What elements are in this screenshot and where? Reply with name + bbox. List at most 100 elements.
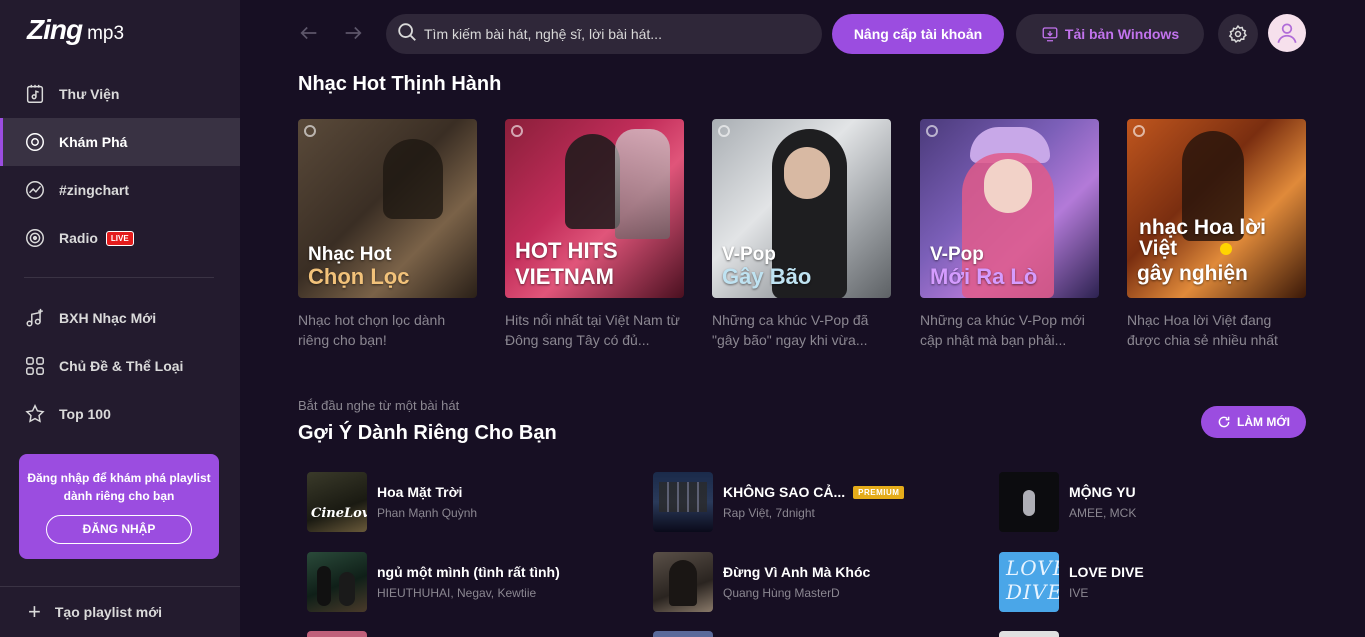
upgrade-account-button[interactable]: Nâng cấp tài khoản: [832, 14, 1004, 54]
playlist-description[interactable]: Những ca khúc V-Pop đã "gây bão" ngay kh…: [712, 310, 891, 350]
refresh-button[interactable]: LÀM MỚI: [1201, 406, 1306, 438]
avatar[interactable]: [1268, 14, 1306, 52]
sidebar-item-label: Thư Viện: [59, 86, 120, 102]
song-title[interactable]: Đừng Vì Anh Mà Khóc: [723, 564, 870, 580]
download-windows-button[interactable]: Tải bản Windows: [1016, 14, 1204, 54]
logo-suffix: mp3: [87, 23, 125, 44]
disc-icon: [304, 125, 316, 137]
song-artist[interactable]: IVE: [1069, 586, 1144, 600]
dot-shape: [1220, 243, 1232, 255]
playlist-description[interactable]: Nhạc hot chọn lọc dành riêng cho bạn!: [298, 310, 477, 350]
song-thumbnail-partial[interactable]: [307, 631, 367, 637]
song-artist[interactable]: Quang Hùng MasterD: [723, 586, 870, 600]
song-thumbnail[interactable]: [999, 472, 1059, 532]
thumbnail-script-art: CineLove: [311, 506, 367, 521]
song-title[interactable]: KHÔNG SAO CẢ... PREMIUM: [723, 484, 905, 500]
playlist-cover[interactable]: HOT HITS VIETNAM: [505, 119, 684, 298]
artist-silhouette: [565, 134, 620, 229]
logo-brand: Zing: [27, 14, 83, 45]
robot-figure: [615, 129, 670, 239]
playlist-cover[interactable]: V-Pop Mới Ra Lò: [920, 119, 1099, 298]
sidebar-item-label: #zingchart: [59, 182, 130, 198]
song-item[interactable]: LOVEDIVE LOVE DIVE IVE: [999, 552, 1329, 612]
refresh-label: LÀM MỚI: [1237, 415, 1290, 429]
song-item[interactable]: Đừng Vì Anh Mà Khóc Quang Hùng MasterD: [653, 552, 983, 612]
artist-silhouette: [339, 572, 355, 606]
cover-title-line1: V-Pop: [930, 244, 984, 265]
song-item[interactable]: MỘNG YU AMEE, MCK: [999, 472, 1329, 532]
disc-icon: [1133, 125, 1145, 137]
playlist-description[interactable]: Những ca khúc V-Pop mới cập nhật mà bạn …: [920, 310, 1099, 350]
sidebar-item-new-chart[interactable]: BXH Nhạc Mới: [0, 294, 240, 342]
login-button[interactable]: ĐĂNG NHẬP: [46, 515, 192, 544]
create-playlist-label: Tạo playlist mới: [54, 604, 163, 620]
chart-icon: [24, 179, 46, 201]
create-playlist-button[interactable]: + Tạo playlist mới: [0, 586, 240, 637]
hot-section-title: Nhạc Hot Thịnh Hành: [298, 73, 502, 95]
playlist-card[interactable]: Nhạc Hot Chọn Lọc Nhạc hot chọn lọc dành…: [298, 119, 477, 350]
sidebar-item-label: Khám Phá: [59, 134, 128, 150]
song-artist[interactable]: Rap Việt, 7dnight: [723, 506, 904, 520]
search-bar[interactable]: [386, 14, 822, 54]
playlist-card[interactable]: V-Pop Gây Bão Những ca khúc V-Pop đã "gâ…: [712, 119, 891, 350]
cover-title-line2: Chọn Lọc: [308, 264, 410, 289]
song-item[interactable]: KHÔNG SAO CẢ... PREMIUM Rap Việt, 7dnight: [653, 472, 983, 532]
forward-arrow-icon[interactable]: [342, 22, 366, 46]
sidebar-item-top100[interactable]: Top 100: [0, 390, 240, 438]
sidebar-item-discover[interactable]: Khám Phá: [0, 118, 240, 166]
playlist-cover[interactable]: nhạc Hoa lời Việt gây nghiện: [1127, 119, 1306, 298]
music-star-icon: [24, 307, 46, 329]
playlist-card[interactable]: HOT HITS VIETNAM Hits nổi nhất tại Việt …: [505, 119, 684, 350]
user-icon: [1277, 23, 1297, 43]
cover-title-line1: V-Pop: [722, 244, 776, 265]
song-thumbnail-partial[interactable]: [999, 631, 1059, 637]
song-thumbnail[interactable]: [653, 472, 713, 532]
star-icon: [24, 403, 46, 425]
song-item[interactable]: CineLove Hoa Mặt Trời Phan Mạnh Quỳnh: [307, 472, 637, 532]
sidebar-item-library[interactable]: Thư Viện: [0, 70, 240, 118]
login-promo-text: Đăng nhập để khám phá playlist dành riên…: [27, 471, 211, 503]
sidebar-item-zingchart[interactable]: #zingchart: [0, 166, 240, 214]
live-badge: LIVE: [105, 230, 134, 246]
disc-icon: [718, 125, 730, 137]
cover-title-line1: HOT HITS: [515, 238, 618, 263]
cover-title-line1: nhạc Hoa lời Việt: [1139, 216, 1266, 260]
sidebar-divider: [24, 277, 214, 278]
song-thumbnail[interactable]: LOVEDIVE: [999, 552, 1059, 612]
sidebar-item-topics[interactable]: Chủ Đề & Thể Loại: [0, 342, 240, 390]
song-item[interactable]: ngủ một mình (tình rất tình) HIEUTHUHAI,…: [307, 552, 637, 612]
playlist-card[interactable]: nhạc Hoa lời Việt gây nghiện Nhạc Hoa lờ…: [1127, 119, 1306, 350]
disc-icon: [511, 125, 523, 137]
plus-icon: +: [28, 599, 41, 624]
playlist-description[interactable]: Nhạc Hoa lời Việt đang được chia sẻ nhiề…: [1127, 310, 1306, 350]
song-artist[interactable]: HIEUTHUHAI, Negav, Kewtiie: [377, 586, 560, 600]
premium-badge: PREMIUM: [853, 485, 905, 499]
song-title[interactable]: Hoa Mặt Trời: [377, 484, 477, 500]
zing-mp3-logo[interactable]: Zing mp3: [27, 14, 124, 50]
love-dive-lettering: LOVEDIVE: [1006, 556, 1059, 604]
download-label: Tải bản Windows: [1064, 26, 1180, 42]
song-artist[interactable]: AMEE, MCK: [1069, 506, 1136, 520]
song-thumbnail-partial[interactable]: [653, 631, 713, 637]
cover-title-line2: VIETNAM: [515, 264, 614, 289]
song-artist[interactable]: Phan Mạnh Quỳnh: [377, 506, 477, 520]
song-title[interactable]: LOVE DIVE: [1069, 564, 1144, 580]
artist-silhouette: [669, 560, 697, 606]
settings-button[interactable]: [1218, 14, 1258, 54]
song-thumbnail[interactable]: CineLove: [307, 472, 367, 532]
artist-face: [784, 147, 830, 199]
song-title[interactable]: MỘNG YU: [1069, 484, 1136, 500]
song-thumbnail[interactable]: [653, 552, 713, 612]
library-icon: [24, 83, 46, 105]
cover-title-line2: Gây Bão: [722, 264, 812, 289]
song-thumbnail[interactable]: [307, 552, 367, 612]
back-arrow-icon[interactable]: [298, 22, 322, 46]
playlist-card[interactable]: V-Pop Mới Ra Lò Những ca khúc V-Pop mới …: [920, 119, 1099, 350]
song-title[interactable]: ngủ một mình (tình rất tình): [377, 564, 560, 580]
suggest-subtitle: Bắt đầu nghe từ một bài hát: [298, 398, 460, 413]
playlist-cover[interactable]: Nhạc Hot Chọn Lọc: [298, 119, 477, 298]
search-input[interactable]: [424, 26, 804, 42]
sidebar-item-radio[interactable]: Radio LIVE: [0, 214, 240, 262]
playlist-cover[interactable]: V-Pop Gây Bão: [712, 119, 891, 298]
playlist-description[interactable]: Hits nổi nhất tại Việt Nam từ Đông sang …: [505, 310, 684, 350]
